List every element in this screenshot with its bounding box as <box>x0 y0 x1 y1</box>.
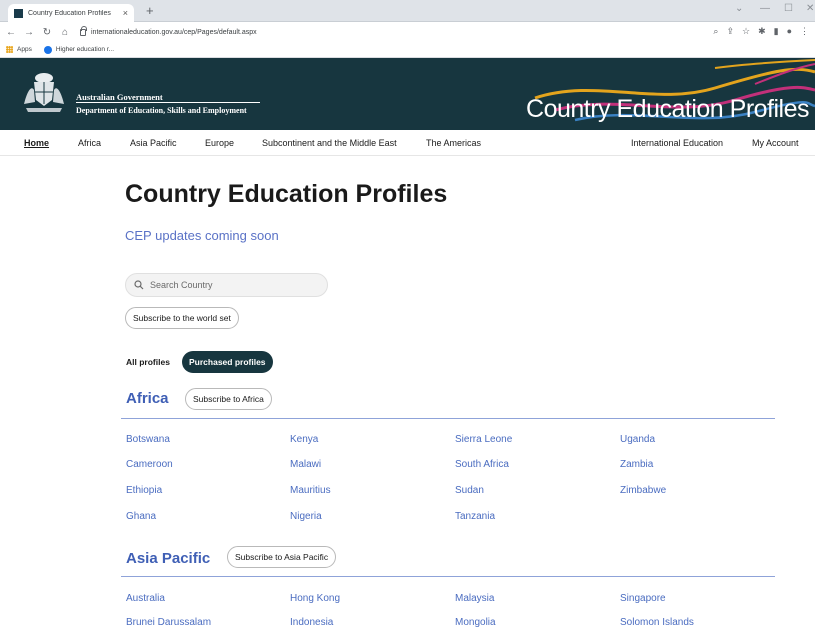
country-link[interactable]: Australia <box>126 593 165 604</box>
nav-international-education[interactable]: International Education <box>631 138 723 148</box>
tab-search-icon[interactable]: ⌄ <box>735 3 743 14</box>
country-link[interactable]: Singapore <box>620 593 666 604</box>
nav-asia-pacific[interactable]: Asia Pacific <box>130 138 177 148</box>
subscribe-africa-button[interactable]: Subscribe to Africa <box>185 388 272 410</box>
country-link[interactable]: Botswana <box>126 434 170 445</box>
page-title: Country Education Profiles <box>125 180 448 208</box>
nav-africa[interactable]: Africa <box>78 138 101 148</box>
country-link[interactable]: Zimbabwe <box>620 485 666 496</box>
tab-title: Country Education Profiles <box>28 9 111 17</box>
nav-europe[interactable]: Europe <box>205 138 234 148</box>
search-box <box>125 273 328 297</box>
country-link[interactable]: Kenya <box>290 434 318 445</box>
coat-of-arms-icon <box>24 73 64 112</box>
country-link[interactable]: Cameroon <box>126 459 173 470</box>
header-divider <box>76 102 260 103</box>
department-name: Department of Education, Skills and Empl… <box>76 106 247 115</box>
region-divider <box>121 418 775 419</box>
all-profiles-toggle[interactable]: All profiles <box>126 351 170 373</box>
region-heading-africa: Africa <box>126 390 169 407</box>
search-country-input[interactable] <box>150 280 310 290</box>
address-bar: ← → ↻ ⌂ internationaleducation.gov.au/ce… <box>0 22 815 42</box>
country-link[interactable]: Uganda <box>620 434 655 445</box>
cep-updates-link[interactable]: CEP updates coming soon <box>125 228 279 243</box>
browser-menu-icon[interactable]: ⋮ <box>800 26 809 37</box>
nav-my-account[interactable]: My Account <box>752 138 799 148</box>
country-link[interactable]: Tanzania <box>455 511 495 522</box>
country-link[interactable]: South Africa <box>455 459 509 470</box>
bookmarks-bar: Apps Higher education r... <box>0 42 815 58</box>
country-link[interactable]: Malawi <box>290 459 321 470</box>
sidepanel-icon[interactable]: ▮ <box>774 26 779 37</box>
new-tab-button[interactable]: + <box>146 3 154 18</box>
purchased-profiles-toggle[interactable]: Purchased profiles <box>182 351 273 373</box>
country-link[interactable]: Malaysia <box>455 593 494 604</box>
globe-icon <box>43 45 52 54</box>
primary-nav: Home Africa Asia Pacific Europe Subconti… <box>0 130 815 156</box>
region-heading-asia-pacific: Asia Pacific <box>126 550 211 567</box>
url-field[interactable]: internationaleducation.gov.au/cep/Pages/… <box>91 29 257 36</box>
country-link[interactable]: Hong Kong <box>290 593 340 604</box>
back-icon[interactable]: ← <box>6 27 16 38</box>
country-link[interactable]: Ghana <box>126 511 156 522</box>
browser-tab-bar: Country Education Profiles × + ⌄ — ☐ ✕ <box>0 0 815 22</box>
nav-home[interactable]: Home <box>24 138 49 148</box>
share-icon[interactable]: ⇪ <box>726 26 734 37</box>
minimize-icon[interactable]: — <box>760 3 770 14</box>
bookmark-higher-education[interactable]: Higher education r... <box>43 45 114 54</box>
country-link[interactable]: Ethiopia <box>126 485 162 496</box>
country-link[interactable]: Brunei Darussalam <box>126 617 211 628</box>
bookmark-star-icon[interactable]: ☆ <box>742 26 750 37</box>
nav-americas[interactable]: The Americas <box>426 138 481 148</box>
country-link[interactable]: Nigeria <box>290 511 322 522</box>
close-window-icon[interactable]: ✕ <box>806 3 814 14</box>
zoom-icon[interactable]: ⌕ <box>713 26 718 37</box>
profile-avatar-icon[interactable]: ● <box>787 26 792 37</box>
subscribe-asia-pacific-button[interactable]: Subscribe to Asia Pacific <box>227 546 337 568</box>
apps-grid-icon <box>6 46 13 53</box>
country-link[interactable]: Mongolia <box>455 617 496 628</box>
site-title[interactable]: Country Education Profiles <box>526 95 809 124</box>
site-header: Australian Government Department of Educ… <box>0 58 815 130</box>
country-link[interactable]: Indonesia <box>290 617 333 628</box>
tab-close-icon[interactable]: × <box>123 8 128 18</box>
browser-tab[interactable]: Country Education Profiles × <box>8 4 134 22</box>
lock-icon[interactable] <box>80 25 87 36</box>
maximize-icon[interactable]: ☐ <box>784 3 793 14</box>
search-icon <box>134 280 144 290</box>
home-icon[interactable]: ⌂ <box>60 27 70 38</box>
country-link[interactable]: Zambia <box>620 459 653 470</box>
country-link[interactable]: Sudan <box>455 485 484 496</box>
nav-subcontinent-middle-east[interactable]: Subcontinent and the Middle East <box>262 138 397 148</box>
country-link[interactable]: Solomon Islands <box>620 617 694 628</box>
reload-icon[interactable]: ↻ <box>42 27 52 38</box>
country-link[interactable]: Sierra Leone <box>455 434 512 445</box>
forward-icon[interactable]: → <box>24 27 34 38</box>
government-name: Australian Government <box>76 92 163 102</box>
subscribe-world-button[interactable]: Subscribe to the world set <box>125 307 239 329</box>
region-divider <box>121 576 775 577</box>
favicon-icon <box>14 8 23 18</box>
extensions-icon[interactable]: ✱ <box>758 26 766 37</box>
bookmark-apps[interactable]: Apps <box>6 46 32 53</box>
country-link[interactable]: Mauritius <box>290 485 331 496</box>
